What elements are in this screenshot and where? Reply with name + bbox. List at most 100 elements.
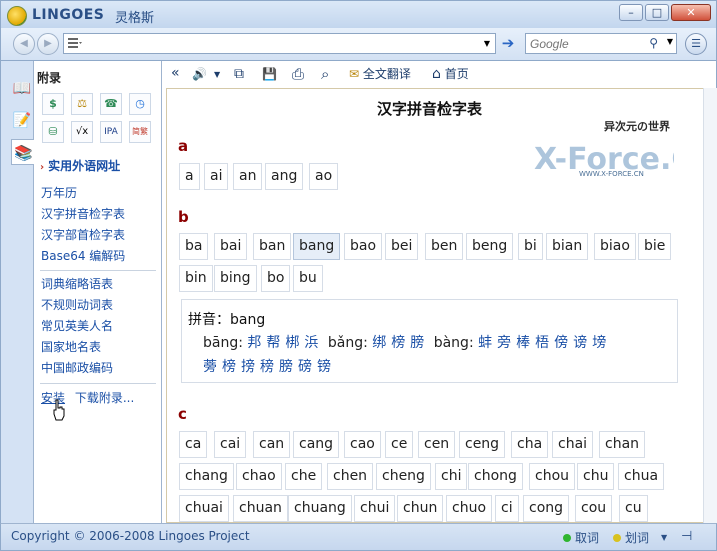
syllable-chou[interactable]: chou	[529, 463, 576, 490]
main-menu-button[interactable]: ☰	[685, 33, 707, 55]
address-dropdown-icon[interactable]: ▼	[481, 36, 493, 51]
pin-icon[interactable]: ⊣	[681, 529, 692, 544]
link-pinyin-index[interactable]: 汉字拼音检字表	[41, 204, 159, 225]
syllable-ban[interactable]: ban	[253, 233, 292, 260]
syllable-an[interactable]: an	[233, 163, 263, 190]
collapse-sidebar-button[interactable]: «	[171, 66, 180, 83]
syllable-bu[interactable]: bu	[293, 265, 323, 292]
syllable-a[interactable]: a	[179, 163, 200, 190]
char-link[interactable]: 搒	[241, 359, 255, 375]
clock-icon[interactable]: ◷	[129, 93, 151, 115]
search-input[interactable]	[530, 35, 640, 52]
syllable-chai[interactable]: chai	[552, 431, 594, 458]
char-link[interactable]: 梆	[285, 335, 299, 351]
link-irregular-verbs[interactable]: 不规则动词表	[41, 295, 159, 316]
char-link[interactable]: 镑	[317, 359, 331, 375]
syllable-chen[interactable]: chen	[327, 463, 374, 490]
download-appendix-link[interactable]: 下载附录...	[75, 391, 134, 405]
char-link[interactable]: 邦	[247, 335, 261, 351]
syllable-bi[interactable]: bi	[518, 233, 543, 260]
syllable-chuai[interactable]: chuai	[179, 495, 229, 522]
syllable-chu[interactable]: chu	[577, 463, 615, 490]
char-link[interactable]: 榜	[222, 359, 236, 375]
syllable-chuo[interactable]: chuo	[446, 495, 493, 522]
link-base64-codec[interactable]: Base64 编解码	[41, 246, 159, 267]
translate-button[interactable]: ✉ 全文翻译	[349, 66, 411, 83]
char-link[interactable]: 蒡	[203, 359, 217, 375]
syllable-cen[interactable]: cen	[418, 431, 456, 458]
currency-icon[interactable]: $	[42, 93, 64, 115]
speaker-dropdown-icon[interactable]: ▼	[214, 66, 220, 83]
syllable-bing[interactable]: bing	[214, 265, 257, 292]
syllable-cao[interactable]: cao	[344, 431, 381, 458]
syllable-ang[interactable]: ang	[265, 163, 304, 190]
syllable-ai[interactable]: ai	[204, 163, 229, 190]
char-link[interactable]: 棒	[516, 335, 530, 351]
print-icon[interactable]: ⎙	[292, 66, 304, 83]
syllable-ben[interactable]: ben	[425, 233, 464, 260]
go-button[interactable]: ➔	[499, 34, 517, 53]
char-link[interactable]: 膀	[279, 359, 293, 375]
char-link[interactable]: 傍	[554, 335, 568, 351]
char-link[interactable]: 帮	[266, 335, 280, 351]
syllable-beng[interactable]: beng	[466, 233, 514, 260]
home-button[interactable]: ⌂ 首页	[432, 66, 469, 83]
link-dictionary-abbreviations[interactable]: 词典缩略语表	[41, 274, 159, 295]
pick-word-toggle[interactable]: 取词	[563, 529, 599, 546]
syllable-bian[interactable]: bian	[546, 233, 589, 260]
char-link[interactable]: 蚌	[478, 335, 492, 351]
syllable-biao[interactable]: biao	[594, 233, 636, 260]
syllable-ba[interactable]: ba	[179, 233, 209, 260]
link-country-place-names[interactable]: 国家地名表	[41, 337, 159, 358]
syllable-chao[interactable]: chao	[236, 463, 282, 490]
char-link[interactable]: 膀	[410, 335, 424, 351]
dictionary-tab-icon[interactable]: 📖	[10, 75, 34, 101]
syllable-bao[interactable]: bao	[344, 233, 383, 260]
close-button[interactable]: ✕	[671, 4, 711, 21]
vertical-scrollbar[interactable]	[703, 88, 717, 523]
syllable-chui[interactable]: chui	[354, 495, 396, 522]
ipa-icon[interactable]: IPA	[100, 121, 122, 143]
syllable-ceng[interactable]: ceng	[459, 431, 506, 458]
syllable-ci[interactable]: ci	[495, 495, 519, 522]
simplified-traditional-icon[interactable]: 简繁	[129, 121, 151, 143]
syllable-cai[interactable]: cai	[214, 431, 247, 458]
syllable-ca[interactable]: ca	[179, 431, 208, 458]
link-china-postcodes[interactable]: 中国邮政编码	[41, 358, 159, 379]
appendix-tab-icon[interactable]: 📚	[11, 139, 35, 165]
syllable-bai[interactable]: bai	[214, 233, 248, 260]
char-link[interactable]: 旁	[497, 335, 511, 351]
syllable-cu[interactable]: cu	[619, 495, 648, 522]
link-perpetual-calendar[interactable]: 万年历	[41, 183, 159, 204]
syllable-bei[interactable]: bei	[385, 233, 419, 260]
syllable-cou[interactable]: cou	[575, 495, 613, 522]
address-input[interactable]	[86, 35, 476, 52]
search-icon[interactable]: ⚲	[649, 36, 658, 50]
syllable-chua[interactable]: chua	[618, 463, 665, 490]
weight-icon[interactable]: ⛁	[42, 121, 64, 143]
text-translation-tab-icon[interactable]: 📝	[10, 107, 34, 133]
phone-icon[interactable]: ☎	[100, 93, 122, 115]
scale-icon[interactable]: ⚖	[71, 93, 93, 115]
copy-icon[interactable]: ⧉	[234, 66, 244, 83]
syllable-chong[interactable]: chong	[468, 463, 523, 490]
char-link[interactable]: 谤	[573, 335, 587, 351]
speaker-icon[interactable]: 🔊	[192, 66, 207, 83]
syllable-can[interactable]: can	[253, 431, 291, 458]
syllable-cong[interactable]: cong	[523, 495, 570, 522]
syllable-cha[interactable]: cha	[511, 431, 549, 458]
section-useful-sites[interactable]: › 实用外语网址	[40, 157, 120, 174]
char-link[interactable]: 榜	[391, 335, 405, 351]
back-button[interactable]: ◀	[13, 33, 35, 55]
syllable-chun[interactable]: chun	[397, 495, 444, 522]
char-link[interactable]: 磅	[298, 359, 312, 375]
syllable-bang-selected[interactable]: bang	[293, 233, 341, 260]
syllable-cheng[interactable]: cheng	[376, 463, 431, 490]
status-dropdown-icon[interactable]: ▼	[661, 533, 667, 542]
highlight-word-toggle[interactable]: 划词	[613, 529, 649, 546]
syllable-chuan[interactable]: chuan	[233, 495, 288, 522]
save-icon[interactable]: 💾	[262, 66, 277, 83]
syllable-bie[interactable]: bie	[638, 233, 672, 260]
find-icon[interactable]: ⌕	[321, 66, 329, 83]
link-common-names[interactable]: 常见英美人名	[41, 316, 159, 337]
